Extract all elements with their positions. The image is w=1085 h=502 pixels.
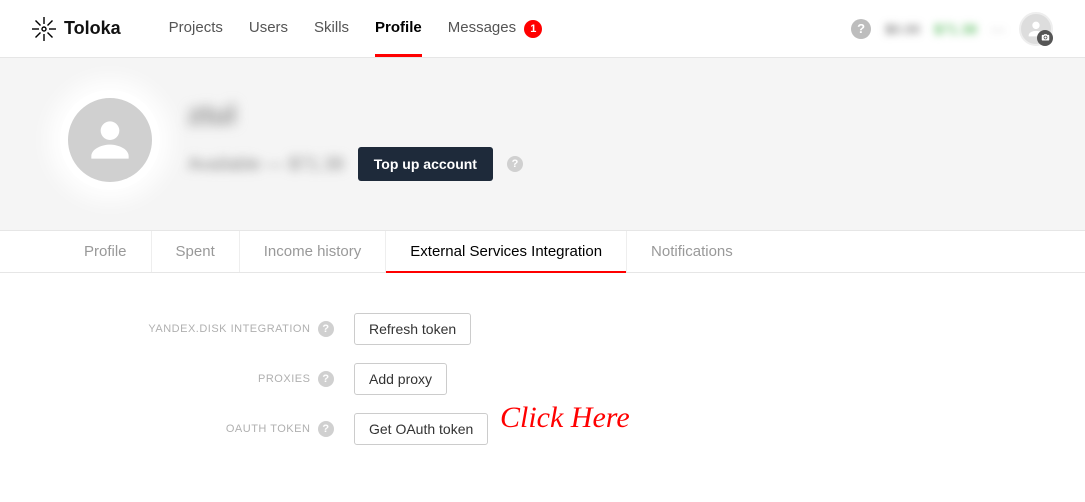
external-services-settings: YANDEX.DISK INTEGRATION ? Refresh token … [0,273,1085,493]
camera-icon [1041,33,1050,42]
user-avatar-large[interactable] [60,90,160,190]
help-icon[interactable]: ? [318,321,334,337]
yandex-disk-label: YANDEX.DISK INTEGRATION ? [0,321,340,337]
subtab-external[interactable]: External Services Integration [386,231,627,272]
profile-meta: ztul Available — $71.38 Top up account ? [188,99,523,181]
brand-name: Toloka [64,18,121,39]
refresh-token-button[interactable]: Refresh token [354,313,471,345]
get-oauth-button[interactable]: Get OAuth token [354,413,488,445]
label-text: PROXIES [258,373,310,385]
add-proxy-button[interactable]: Add proxy [354,363,447,395]
subtab-spent[interactable]: Spent [152,231,240,272]
nav-projects[interactable]: Projects [169,1,223,55]
user-avatar-small[interactable] [1019,12,1053,46]
messages-badge: 1 [524,20,542,38]
nav-links: Projects Users Skills Profile Messages 1 [169,1,543,55]
yandex-disk-row: YANDEX.DISK INTEGRATION ? Refresh token [0,313,1085,345]
camera-badge [1037,30,1053,46]
proxies-row: PROXIES ? Add proxy [0,363,1085,395]
brand-logo[interactable]: Toloka [32,17,121,41]
click-here-annotation: Click Here [500,401,630,435]
profile-subtabs: Profile Spent Income history External Se… [0,230,1085,273]
help-icon[interactable]: ? [507,156,523,172]
top-navigation: Toloka Projects Users Skills Profile Mes… [0,0,1085,58]
label-text: YANDEX.DISK INTEGRATION [148,323,310,335]
person-icon [82,112,138,168]
nav-messages[interactable]: Messages 1 [448,1,543,55]
profile-balance-blurred: Available — $71.38 [188,154,344,175]
nav-users[interactable]: Users [249,1,288,55]
balance-blurred-3: ··· [991,21,1005,37]
subtab-profile[interactable]: Profile [60,231,152,272]
nav-messages-label: Messages [448,19,516,36]
balance-blurred-2: $71.38 [934,21,977,37]
balance-blurred-1: $0.00 [885,21,920,37]
topup-button[interactable]: Top up account [358,147,493,181]
nav-profile[interactable]: Profile [375,1,422,55]
profile-header: ztul Available — $71.38 Top up account ? [0,58,1085,230]
proxies-label: PROXIES ? [0,371,340,387]
help-icon[interactable]: ? [318,371,334,387]
nav-right: ? $0.00 $71.38 ··· [851,12,1053,46]
oauth-label: OAUTH TOKEN ? [0,421,340,437]
profile-name-blurred: ztul [188,99,523,131]
toloka-icon [32,17,56,41]
nav-skills[interactable]: Skills [314,1,349,55]
subtab-income[interactable]: Income history [240,231,387,272]
subtab-notifications[interactable]: Notifications [627,231,757,272]
help-icon[interactable]: ? [851,19,871,39]
label-text: OAUTH TOKEN [226,423,311,435]
help-icon[interactable]: ? [318,421,334,437]
